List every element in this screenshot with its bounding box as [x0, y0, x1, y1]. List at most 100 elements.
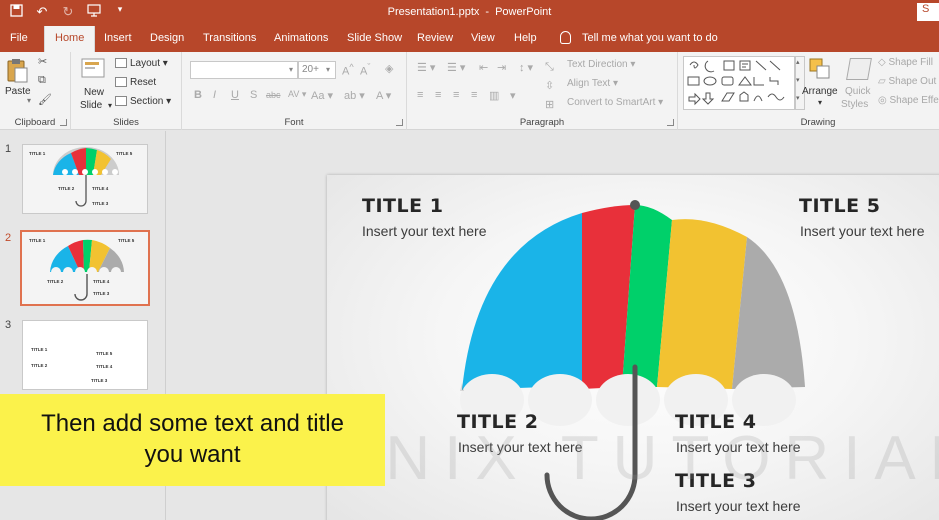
font-size-dropdown-icon[interactable]: ▾: [326, 65, 330, 74]
align-text-button[interactable]: Align Text ▾: [567, 78, 618, 89]
decrease-font-icon[interactable]: Aˇ: [360, 62, 370, 78]
align-left-icon[interactable]: ≡: [417, 89, 423, 101]
slide-title-1[interactable]: TITLE 1: [362, 195, 443, 217]
thumbnail-2-umbrella: [50, 239, 124, 301]
tab-design[interactable]: Design: [150, 32, 184, 44]
slide-thumbnail-3[interactable]: TITLE 1 TITLE 5 TITLE 2 TITLE 4 TITLE 3: [22, 320, 148, 390]
line-spacing-icon[interactable]: ↕ ▾: [519, 61, 533, 74]
increase-indent-icon[interactable]: ⇥: [497, 61, 506, 74]
quick-styles-label-2[interactable]: Styles: [841, 99, 868, 110]
justify-icon[interactable]: ≡: [471, 89, 477, 101]
tab-animations[interactable]: Animations: [274, 32, 328, 44]
section-icon: [115, 96, 127, 107]
reset-button[interactable]: Reset: [115, 77, 156, 88]
align-text-label: Align Text: [567, 78, 611, 89]
tab-help[interactable]: Help: [514, 32, 537, 44]
slide-thumbnail-2[interactable]: TITLE 1 TITLE 5 TITLE 2 TITLE 4 TITLE 3: [20, 230, 150, 306]
font-name-dropdown-icon[interactable]: ▾: [289, 65, 293, 74]
thumbnail-3-title-1: TITLE 1: [31, 347, 48, 352]
font-launcher-icon[interactable]: [396, 119, 403, 126]
shapes-gallery[interactable]: [683, 56, 795, 110]
slide-text-1[interactable]: Insert your text here: [362, 223, 487, 239]
paste-dropdown-icon[interactable]: ▾: [27, 96, 31, 105]
align-text-icon[interactable]: ⇳: [545, 79, 554, 92]
thumbnail-1-title-2: TITLE 2: [58, 186, 75, 191]
numbering-icon[interactable]: ☰ ▾: [447, 61, 465, 74]
quick-styles-icon[interactable]: [846, 58, 872, 80]
clipboard-launcher-icon[interactable]: [60, 119, 67, 126]
thumbnail-3-title-3: TITLE 3: [91, 378, 108, 383]
shape-fill-button[interactable]: ◇ Shape Fill: [878, 57, 933, 68]
font-size-value: 20+: [302, 64, 319, 75]
shadow-icon[interactable]: S: [250, 89, 257, 101]
columns-icon[interactable]: ▥: [489, 89, 499, 102]
arrange-icon[interactable]: [809, 58, 831, 80]
shape-outline-button[interactable]: ▱ Shape Out: [878, 76, 936, 87]
thumbnail-2-title-2: TITLE 2: [47, 279, 64, 284]
thumbnail-3-title-2: TITLE 2: [31, 363, 48, 368]
thumbnail-1-title-4: TITLE 4: [92, 186, 109, 191]
increase-font-icon[interactable]: A^: [342, 62, 354, 78]
highlight-icon[interactable]: ab ▾: [344, 89, 365, 102]
thumbnail-2-title-3: TITLE 3: [93, 291, 110, 296]
new-slide-label-1[interactable]: New: [84, 87, 104, 98]
slide-text-5[interactable]: Insert your text here: [800, 223, 925, 239]
shape-effects-button[interactable]: ◎ Shape Effe: [878, 95, 939, 106]
slide-text-3[interactable]: Insert your text here: [676, 498, 801, 514]
tab-view[interactable]: View: [471, 32, 495, 44]
thumbnail-1-title-1: TITLE 1: [29, 151, 46, 156]
arrange-button[interactable]: Arrange: [802, 86, 838, 97]
layout-button[interactable]: Layout ▾: [115, 58, 168, 69]
gallery-up-icon[interactable]: ▴: [796, 58, 800, 66]
tab-insert[interactable]: Insert: [104, 32, 132, 44]
decrease-indent-icon[interactable]: ⇤: [479, 61, 488, 74]
gallery-more-icon[interactable]: ▾: [796, 94, 800, 102]
cut-icon[interactable]: ✂: [38, 55, 47, 68]
paste-icon[interactable]: [6, 58, 28, 84]
change-case-icon[interactable]: Aa ▾: [311, 89, 333, 102]
bullets-icon[interactable]: ☰ ▾: [417, 61, 435, 74]
ribbon: Paste ▾ ✂ ⧉ 🖌 Clipboard New Slide ▾ Layo…: [0, 52, 939, 130]
format-painter-icon[interactable]: 🖌: [38, 93, 52, 106]
quick-styles-label-1[interactable]: Quick: [845, 86, 871, 97]
clear-formatting-icon[interactable]: ◈: [385, 62, 393, 75]
sign-in-button[interactable]: S: [917, 3, 939, 21]
tutorial-caption: Then add some text and title you want: [0, 394, 385, 486]
tell-me-search[interactable]: Tell me what you want to do: [582, 32, 718, 44]
thumbnail-2-title-5: TITLE 5: [118, 238, 135, 243]
tab-transitions[interactable]: Transitions: [203, 32, 256, 44]
font-name-input[interactable]: [190, 61, 298, 79]
slide-thumbnail-1[interactable]: TITLE 1 TITLE 5 TITLE 2 TITLE 4 TITLE 3: [22, 144, 148, 214]
underline-icon[interactable]: U: [231, 89, 239, 101]
strikethrough-icon[interactable]: abc: [266, 90, 281, 100]
align-center-icon[interactable]: ≡: [435, 89, 441, 101]
tab-review[interactable]: Review: [417, 32, 453, 44]
section-button[interactable]: Section ▾: [115, 96, 171, 107]
italic-icon[interactable]: I: [213, 89, 216, 101]
font-color-icon[interactable]: A ▾: [376, 89, 391, 102]
paragraph-launcher-icon[interactable]: [667, 119, 674, 126]
arrange-dropdown-icon[interactable]: ▾: [818, 98, 822, 107]
new-slide-label-2[interactable]: Slide: [80, 100, 102, 111]
align-right-icon[interactable]: ≡: [453, 89, 459, 101]
new-slide-icon[interactable]: [81, 57, 107, 81]
text-direction-button[interactable]: Text Direction ▾: [567, 59, 635, 70]
convert-smartart-button[interactable]: Convert to SmartArt ▾: [567, 97, 663, 108]
gallery-down-icon[interactable]: ▾: [796, 76, 800, 84]
tab-home[interactable]: Home: [44, 26, 96, 52]
new-slide-dropdown-icon[interactable]: ▾: [108, 101, 112, 110]
copy-icon[interactable]: ⧉: [38, 74, 46, 87]
smartart-icon[interactable]: ⊞: [545, 98, 554, 111]
layout-label: Layout: [130, 58, 161, 69]
convert-smartart-label: Convert to SmartArt: [567, 97, 656, 108]
slide-title-5[interactable]: TITLE 5: [799, 195, 880, 217]
tab-file[interactable]: File: [10, 32, 28, 44]
character-spacing-icon[interactable]: AV ▾: [288, 89, 306, 100]
bold-icon[interactable]: B: [194, 89, 202, 101]
shape-effects-label: Shape Effe: [889, 95, 939, 106]
columns-dropdown-icon[interactable]: ▾: [510, 89, 516, 102]
title-separator: -: [485, 6, 490, 18]
thumbnail-1-title-5: TITLE 5: [116, 151, 133, 156]
tab-slide-show[interactable]: Slide Show: [347, 32, 402, 44]
text-direction-icon[interactable]: ⤡: [545, 61, 554, 74]
